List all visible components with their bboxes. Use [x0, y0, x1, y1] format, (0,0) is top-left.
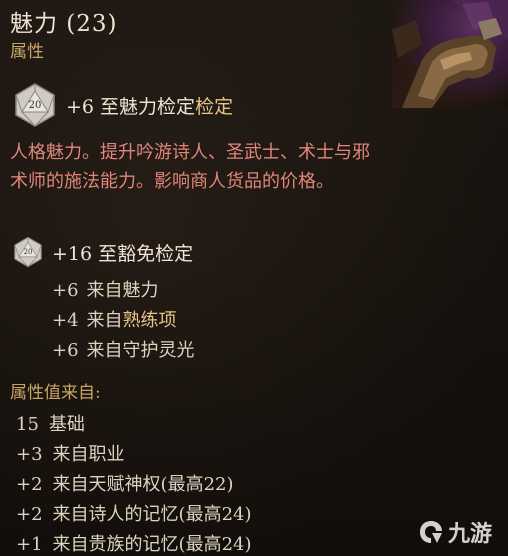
bonus-value: +6 [52, 340, 79, 361]
source-value: +2 [16, 474, 43, 495]
attribute-source-row: +2 来自诗人的记忆(最高24) [16, 500, 252, 526]
die-number: 20 [29, 100, 42, 111]
d20-die-icon: 20 [14, 236, 42, 268]
source-value: +3 [16, 444, 43, 465]
saving-throw-row: 20 +16 至豁免检定 [12, 236, 193, 268]
attribute-title: 魅力 (23) [10, 11, 118, 37]
ability-check-prefix: +6 至魅力检定 [66, 95, 196, 118]
ability-check-highlight: 检定 [195, 95, 234, 118]
source-label: 来自诗人的记忆(最高24) [52, 504, 252, 525]
bonus-source-text: 来自魅力 [86, 280, 159, 301]
attribute-type-label: 属性 [10, 42, 44, 62]
tooltip-panel: 魅力 (23) 属性 20 +6 至魅力检定检定 人格魅力。提升吟游诗人、圣武士… [0, 0, 508, 556]
attribute-description: 人格魅力。提升吟游诗人、圣武士、术士与邪术师的施法能力。影响商人货品的价格。 [10, 142, 370, 192]
source-value: +1 [16, 534, 43, 555]
attribute-source-row: +2 来自天赋神权(最高22) [16, 470, 234, 496]
save-bonus-row: +6 来自魅力 [52, 276, 159, 302]
bonus-source: 来自守护灵光 [87, 340, 195, 361]
attribute-sources-heading: 属性值来自: [10, 383, 101, 403]
source-value: 15 [16, 414, 39, 435]
die-number: 20 [24, 248, 33, 256]
source-label: 来自贵族的记忆(最高24) [52, 534, 252, 555]
watermark-text: 九游 [448, 522, 493, 547]
attribute-source-row: 15 基础 [16, 410, 85, 436]
save-bonus-row: +4 来自熟练项 [52, 306, 177, 332]
d20-die-icon: 20 [15, 83, 55, 127]
bonus-value: +6 [52, 280, 79, 301]
bonus-source: 来自魅力 [87, 280, 159, 301]
ability-check-row: 20 +6 至魅力检定检定 [12, 82, 233, 128]
bonus-source-text: 来自守护灵光 [86, 340, 195, 361]
attribute-source-row: +3 来自职业 [16, 440, 125, 466]
ability-check-text: +6 至魅力检定检定 [66, 92, 233, 119]
bonus-source: 来自熟练项 [87, 310, 177, 331]
portrait-art [392, 0, 508, 108]
source-value: +2 [16, 504, 43, 525]
character-portrait [392, 0, 508, 108]
source-label: 来自职业 [52, 444, 125, 465]
attribute-source-row: +1 来自贵族的记忆(最高24) [16, 530, 252, 556]
bonus-value: +4 [52, 310, 79, 331]
source-label: 来自天赋神权(最高22) [52, 474, 234, 495]
jiuyou-logo-icon [420, 521, 442, 543]
source-label: 基础 [48, 414, 85, 435]
save-bonus-row: +6 来自守护灵光 [52, 336, 195, 362]
watermark: 九游 [418, 516, 492, 548]
bonus-source-text: 来自 [86, 310, 123, 331]
saving-throw-text: +16 至豁免检定 [52, 242, 194, 265]
bonus-source-highlight: 熟练项 [122, 310, 177, 331]
